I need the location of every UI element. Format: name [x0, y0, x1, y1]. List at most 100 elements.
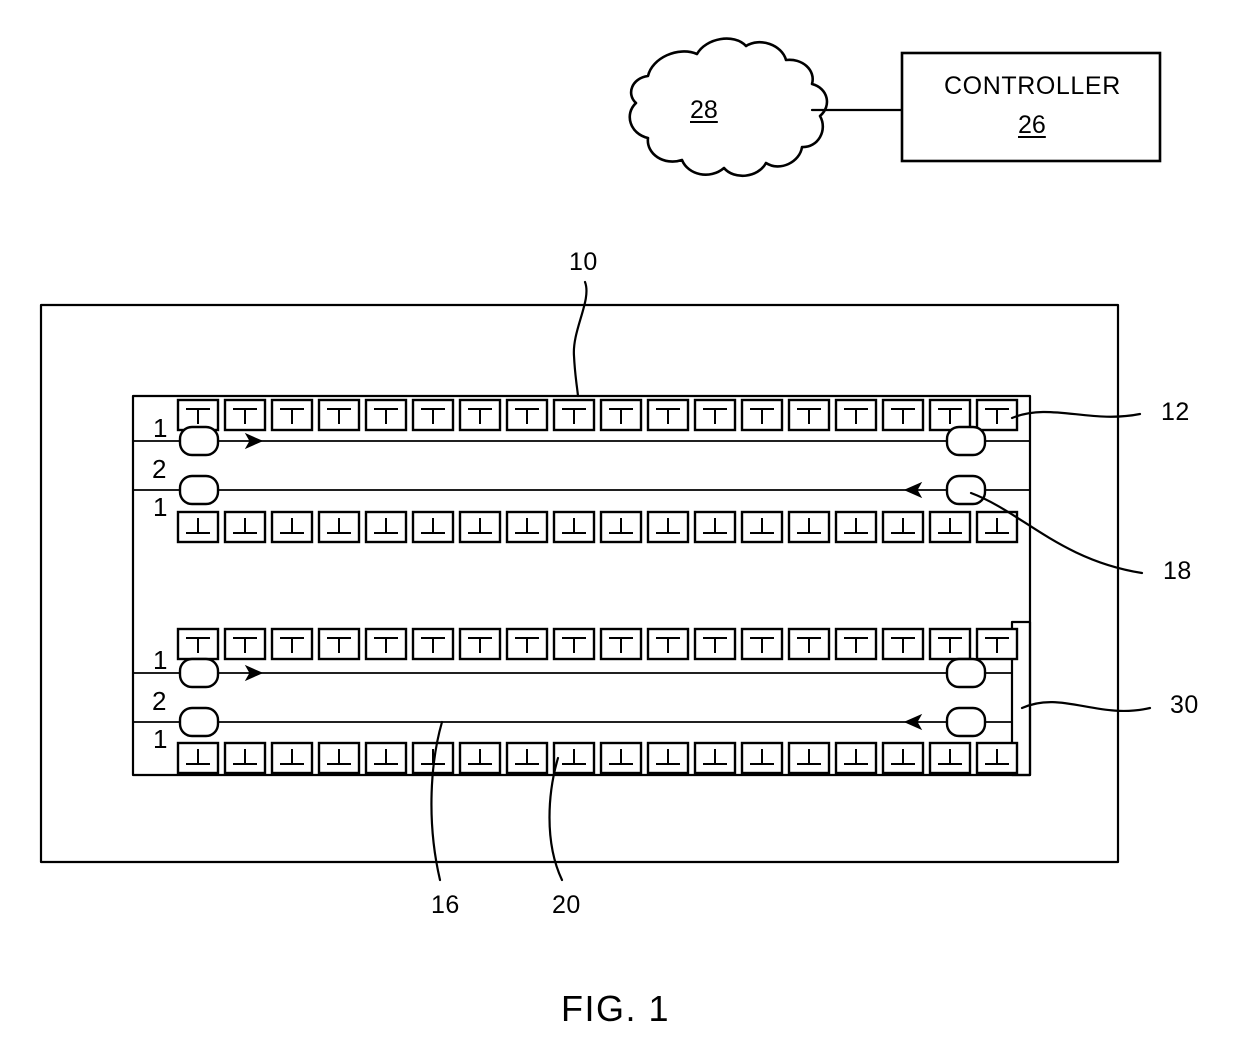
module-cell [646, 398, 690, 432]
reference-numeral-16: 16 [431, 891, 460, 919]
module-cell [599, 398, 643, 432]
figure-drawing [39, 37, 1162, 882]
module-cell [364, 741, 408, 775]
module-cell [458, 627, 502, 661]
node-element [945, 425, 987, 457]
module-cell [458, 510, 502, 544]
module-cell [317, 510, 361, 544]
module-cell [881, 510, 925, 544]
module-cell [176, 510, 220, 544]
module-cell [740, 627, 784, 661]
module-cell [458, 741, 502, 775]
module-cell [693, 510, 737, 544]
lower-bottom-cell-row [176, 741, 1019, 775]
module-cell [599, 510, 643, 544]
lower-top-cell-row [176, 627, 1019, 661]
module-cell [834, 398, 878, 432]
module-cell [928, 741, 972, 775]
module-cell [270, 398, 314, 432]
module-cell [223, 741, 267, 775]
module-cell [646, 510, 690, 544]
module-cell [317, 741, 361, 775]
module-cell [223, 627, 267, 661]
module-cell [599, 627, 643, 661]
module-cell [881, 398, 925, 432]
module-cell [270, 627, 314, 661]
reference-numeral-18: 18 [1163, 557, 1192, 585]
module-cell [787, 741, 831, 775]
patent-figure-1: 28 CONTROLLER 26 10 12 16 18 20 30 1 2 1… [0, 0, 1240, 1057]
node-element [945, 706, 987, 738]
lane-label-upper-1b: 1 [153, 492, 168, 522]
lane-label-lower-1b: 1 [153, 724, 168, 754]
reference-numeral-10: 10 [569, 248, 598, 276]
module-cell [505, 627, 549, 661]
module-cell [693, 398, 737, 432]
node-element [178, 474, 220, 506]
node-element [178, 657, 220, 689]
module-cell [834, 741, 878, 775]
module-cell [411, 627, 455, 661]
module-cell [223, 510, 267, 544]
module-cell [928, 398, 972, 432]
module-cell [646, 627, 690, 661]
module-cell [740, 741, 784, 775]
cloud-number-label: 28 [690, 96, 718, 124]
controller-title: CONTROLLER [944, 72, 1121, 100]
module-cell [975, 510, 1019, 544]
reference-numeral-30: 30 [1170, 691, 1199, 719]
leader-line-30 [1020, 701, 1152, 712]
module-cell [599, 741, 643, 775]
module-cell [317, 398, 361, 432]
figure-caption: FIG. 1 [561, 988, 671, 1029]
upper-bottom-cell-row [176, 510, 1019, 544]
module-cell [176, 741, 220, 775]
module-cell [552, 741, 596, 775]
reference-numeral-20: 20 [552, 891, 581, 919]
upper-group [132, 398, 1031, 544]
module-cell [505, 398, 549, 432]
module-cell [223, 398, 267, 432]
controller-box [900, 51, 1162, 163]
lane-label-lower-2: 2 [152, 686, 167, 716]
module-cell [787, 398, 831, 432]
module-cell [693, 627, 737, 661]
module-cell [928, 510, 972, 544]
module-cell [411, 510, 455, 544]
node-element [178, 706, 220, 738]
module-cell [975, 627, 1019, 661]
module-cell [975, 398, 1019, 432]
rack-assembly [131, 394, 1032, 777]
module-cell [834, 627, 878, 661]
module-cell [693, 741, 737, 775]
leader-line-12 [1010, 410, 1142, 420]
module-cell [317, 627, 361, 661]
module-cell [787, 510, 831, 544]
module-cell [787, 627, 831, 661]
module-cell [270, 510, 314, 544]
node-element [178, 425, 220, 457]
upper-top-cell-row [176, 398, 1019, 432]
module-cell [740, 510, 784, 544]
module-cell [505, 510, 549, 544]
system-enclosure [39, 303, 1120, 864]
module-cell [552, 627, 596, 661]
reference-numeral-12: 12 [1161, 398, 1190, 426]
module-cell [364, 510, 408, 544]
module-cell [364, 627, 408, 661]
module-cell [834, 510, 878, 544]
module-cell [552, 398, 596, 432]
module-cell [928, 627, 972, 661]
module-cell [740, 398, 784, 432]
module-cell [552, 510, 596, 544]
node-element [945, 474, 987, 506]
lane-label-lower-1a: 1 [153, 645, 168, 675]
lane-label-upper-1a: 1 [153, 413, 168, 443]
controller-number: 26 [1018, 111, 1046, 139]
module-cell [176, 398, 220, 432]
node-element [945, 657, 987, 689]
lane-label-upper-2: 2 [152, 454, 167, 484]
module-cell [881, 627, 925, 661]
module-cell [881, 741, 925, 775]
cloud-icon [628, 37, 829, 177]
